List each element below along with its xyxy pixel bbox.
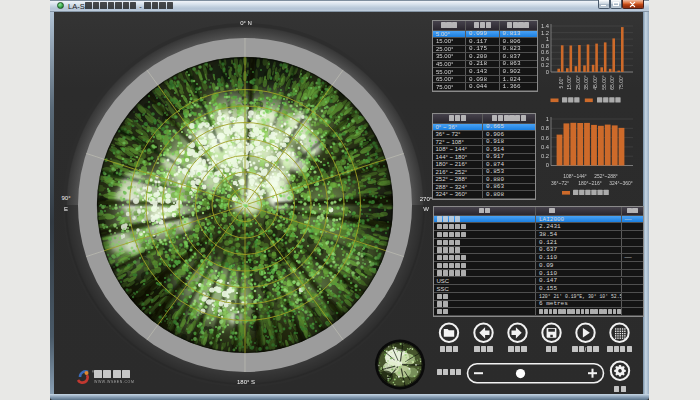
svg-text:1: 1 <box>546 116 549 122</box>
svg-text:0.4: 0.4 <box>541 144 550 150</box>
svg-text:180°~216°: 180°~216° <box>578 180 602 186</box>
svg-text:0.2: 0.2 <box>541 62 549 68</box>
svg-text:1.4: 1.4 <box>541 23 550 29</box>
svg-text:0.8: 0.8 <box>541 43 549 49</box>
svg-text:36°~72°: 36°~72° <box>551 180 569 186</box>
svg-text:5.00°: 5.00° <box>558 77 564 89</box>
svg-text:324°~360°: 324°~360° <box>609 180 633 186</box>
svg-text:0.6: 0.6 <box>541 135 549 141</box>
svg-text:25.00°: 25.00° <box>575 75 581 90</box>
svg-text:35.00°: 35.00° <box>583 75 589 90</box>
svg-text:1.2: 1.2 <box>541 30 549 36</box>
svg-text:0.8: 0.8 <box>541 125 549 131</box>
svg-text:0.6: 0.6 <box>541 49 549 55</box>
svg-text:65.00°: 65.00° <box>609 75 615 90</box>
svg-text:45.00°: 45.00° <box>592 75 598 90</box>
svg-text:0: 0 <box>546 162 549 168</box>
svg-text:252°~288°: 252°~288° <box>594 173 618 179</box>
svg-text:0.2: 0.2 <box>541 153 549 159</box>
svg-text:15.00°: 15.00° <box>566 75 572 90</box>
svg-text:108°~144°: 108°~144° <box>563 173 587 179</box>
svg-text:0.4: 0.4 <box>541 56 550 62</box>
svg-text:1: 1 <box>546 36 549 42</box>
svg-text:55.00°: 55.00° <box>601 75 607 90</box>
svg-text:0: 0 <box>546 69 549 75</box>
svg-text:75.00°: 75.00° <box>618 75 624 90</box>
